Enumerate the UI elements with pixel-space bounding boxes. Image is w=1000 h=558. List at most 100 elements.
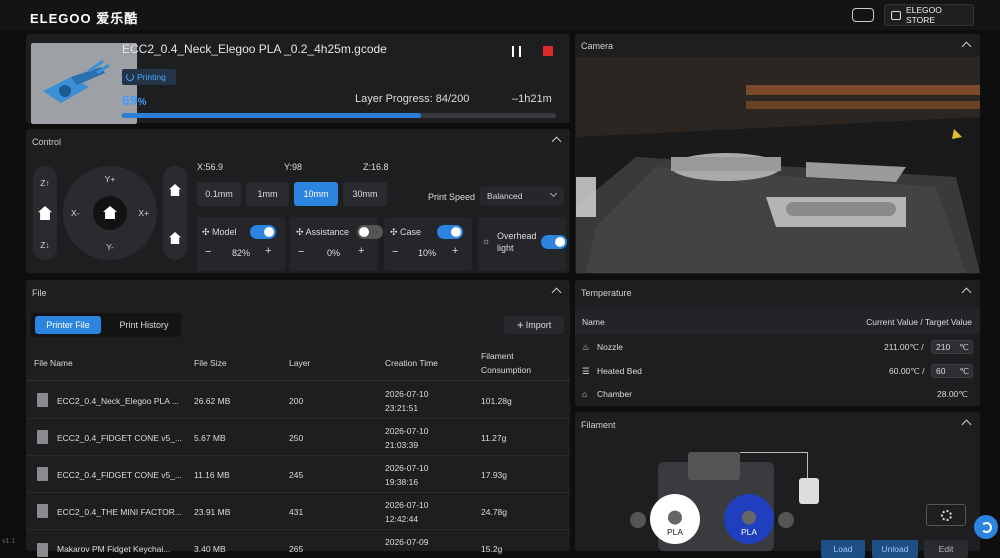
file-icon [37,543,48,557]
table-row[interactable]: ECC2_0.4_Neck_Elegoo PLA ... 26.62 MB 20… [27,382,570,419]
step-0.1mm-button[interactable]: 0.1mm [197,182,241,206]
top-bar: ELEGOO 爱乐酷 ELEGOO STORE [0,0,1000,30]
coord-x: X:56.9 [197,162,224,172]
collapse-icon[interactable] [551,287,562,298]
case-fan-minus[interactable]: − [392,246,398,258]
pause-button[interactable] [512,46,521,57]
progress-fill [122,113,422,118]
import-button[interactable]: + Import [504,316,564,334]
coord-y: Y:98 [284,162,303,172]
model-fan-toggle[interactable] [250,225,276,239]
spool-1[interactable]: PLA [650,494,700,544]
file-layer: 245 [289,470,304,480]
import-label: Import [525,320,552,330]
z-down-button[interactable]: Z↓ [33,240,57,250]
file-layer: 200 [289,396,304,406]
camera-title: Camera [581,40,614,51]
table-row[interactable]: Makarov PM Fidget Keychai... 3.40 MB 265… [27,530,570,557]
nozzle-target-input[interactable]: 210 ℃ [931,340,973,354]
file-time: 21:03:39 [385,440,419,450]
step-10mm-button[interactable]: 10mm [294,182,338,206]
print-speed-label: Print Speed [428,192,476,202]
col-creation-time: Creation Time [385,358,438,368]
file-name: ECC2_0.4_FIDGET CONE v5_... [57,433,183,443]
y-minus-button[interactable]: Y- [63,242,157,252]
file-size: 3.40 MB [194,544,226,554]
collapse-icon[interactable] [961,41,972,52]
collapse-icon[interactable] [551,136,562,147]
assistance-fan-toggle[interactable] [357,225,383,239]
table-row[interactable]: ECC2_0.4_FIDGET CONE v5_... 11.16 MB 245… [27,456,570,493]
elegoo-store-button[interactable]: ELEGOO STORE [884,4,974,26]
z-axis-control: Z↑ Z↓ [33,166,57,260]
file-filament: 11.27g [481,433,507,443]
coord-z: Z:16.8 [363,162,389,172]
step-30mm-button[interactable]: 30mm [343,182,387,206]
table-row[interactable]: ECC2_0.4_FIDGET CONE v5_... 5.67 MB 250 … [27,419,570,456]
col-file-size: File Size [194,358,227,368]
print-speed-value: Balanced [487,191,523,201]
progress-bar [122,113,556,118]
assistance-fan-minus[interactable]: − [298,246,304,258]
heated-bed-target-input[interactable]: 60 ℃ [931,364,973,378]
file-name: ECC2_0.4_Neck_Elegoo PLA ... [57,396,179,406]
unload-button[interactable]: Unload [872,540,918,558]
assistance-fan-plus[interactable]: + [358,245,364,257]
step-1mm-button[interactable]: 1mm [246,182,289,206]
light-label-1: Overhead [497,231,537,241]
home-y-icon[interactable] [169,232,181,244]
control-header: Control [26,129,570,155]
file-time: 19:38:16 [385,477,419,487]
edit-button[interactable]: Edit [924,540,968,558]
collapse-icon[interactable] [961,287,972,298]
filament-tube [740,452,808,480]
chamber-label: Chamber [597,389,632,399]
print-speed-select[interactable]: Balanced [480,186,564,206]
table-row[interactable]: ECC2_0.4_THE MINI FACTOR... 23.91 MB 431… [27,493,570,530]
case-fan-toggle[interactable] [437,225,463,239]
model-fan-plus[interactable]: + [265,245,271,257]
nozzle-label: Nozzle [597,342,623,352]
spool-next-icon[interactable] [778,512,794,528]
camera-feed[interactable] [576,57,980,273]
xy-joystick[interactable]: Y+ Y- X- X+ [63,166,157,260]
y-plus-button[interactable]: Y+ [63,174,157,184]
layer-label: Layer Progress: [355,93,433,105]
tab-print-history[interactable]: Print History [110,316,178,334]
file-name: ECC2_0.4_THE MINI FACTOR... [57,507,183,517]
file-layer: 250 [289,433,304,443]
z-home-icon[interactable] [38,206,52,220]
file-time: 12:42:44 [385,514,419,524]
nozzle-current: 211.00℃ / [884,342,924,352]
x-minus-button[interactable]: X- [71,208,80,218]
light-toggle[interactable] [541,235,567,249]
tab-printer-file[interactable]: Printer File [35,316,101,334]
model-fan-label: ✣ Model [202,227,237,237]
store-icon [891,10,901,20]
file-header: File [26,280,570,306]
stop-button[interactable] [543,46,553,56]
device-icon[interactable] [852,8,874,22]
store-label: ELEGOO STORE [905,5,942,25]
temperature-header: Temperature [575,280,980,306]
file-size: 5.67 MB [194,433,226,443]
file-size: 11.16 MB [194,470,230,480]
file-date: 2026-07-10 [385,500,429,510]
spool-2[interactable]: PLA [724,494,774,544]
spool-prev-icon[interactable] [630,512,646,528]
home-xy-button[interactable] [93,196,127,230]
refresh-floating-button[interactable] [974,515,998,539]
filament-title: Filament [581,420,616,430]
case-fan-plus[interactable]: + [452,245,458,257]
filament-settings-button[interactable] [926,504,966,526]
load-button[interactable]: Load [821,540,865,558]
col-name: Name [582,317,605,327]
collapse-icon[interactable] [961,419,972,430]
model-fan-minus[interactable]: − [205,246,211,258]
filament-panel: Filament [575,412,980,551]
file-name: Makarov PM Fidget Keychai... [57,544,171,554]
home-x-icon[interactable] [169,184,181,196]
x-plus-button[interactable]: X+ [138,208,149,218]
gear-icon [940,509,952,521]
z-up-button[interactable]: Z↑ [33,178,57,188]
